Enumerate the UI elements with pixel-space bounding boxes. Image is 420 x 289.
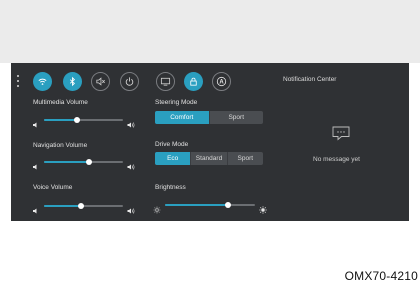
steering-mode-label: Steering Mode <box>155 99 198 106</box>
wifi-icon <box>38 78 47 85</box>
mute-icon <box>96 77 105 86</box>
navigation-volume-slider[interactable] <box>32 157 135 170</box>
slider-thumb[interactable] <box>225 202 231 208</box>
slider-thumb[interactable] <box>78 203 85 209</box>
speaker-high-icon <box>127 202 135 214</box>
lock-toggle[interactable] <box>184 72 203 91</box>
drive-mode-option-eco[interactable]: Eco <box>155 152 191 165</box>
brightness-slider[interactable] <box>153 200 267 214</box>
figure-caption: OMX70-4210 <box>344 269 418 283</box>
message-icon <box>332 126 350 141</box>
slider-fill <box>165 204 228 206</box>
steering-mode-option-comfort[interactable]: Comfort <box>155 111 209 124</box>
wifi-toggle[interactable] <box>33 72 52 91</box>
brightness-label: Brightness <box>155 184 186 191</box>
bluetooth-toggle[interactable] <box>63 72 82 91</box>
auto-hold-icon: A <box>216 76 227 87</box>
navigation-volume-label: Navigation Volume <box>33 142 88 149</box>
steering-mode-option-sport[interactable]: Sport <box>208 111 264 124</box>
top-margin <box>0 0 420 63</box>
no-message-text: No message yet <box>313 156 360 163</box>
control-center-panel: A Notification Center Multimedia Volume … <box>11 63 409 221</box>
power-icon <box>125 77 134 86</box>
speaker-high-icon <box>127 158 135 170</box>
bluetooth-icon <box>69 76 76 87</box>
multimedia-volume-slider[interactable] <box>32 115 135 128</box>
notification-center-title: Notification Center <box>283 76 337 83</box>
speaker-high-icon <box>127 116 135 128</box>
slider-fill <box>44 161 90 163</box>
drive-mode-option-sport[interactable]: Sport <box>226 152 263 165</box>
screen-mirror-icon <box>160 77 171 86</box>
speaker-low-icon <box>32 202 40 214</box>
auto-hold-toggle[interactable]: A <box>212 72 231 91</box>
slider-fill <box>44 205 82 207</box>
brightness-high-icon <box>259 201 267 214</box>
speaker-low-icon <box>32 158 40 170</box>
brightness-low-icon <box>153 201 161 214</box>
voice-volume-slider[interactable] <box>32 201 135 214</box>
lock-icon <box>190 77 197 86</box>
power-toggle[interactable] <box>120 72 139 91</box>
slider-fill <box>44 119 78 121</box>
slider-thumb[interactable] <box>74 117 81 123</box>
drive-mode-selector: Eco Standard Sport <box>155 152 263 165</box>
mute-toggle[interactable] <box>91 72 110 91</box>
drive-mode-option-standard[interactable]: Standard <box>190 152 226 165</box>
speaker-low-icon <box>32 116 40 128</box>
svg-text:A: A <box>219 80 224 86</box>
slider-thumb[interactable] <box>86 159 93 165</box>
screen-mirror-toggle[interactable] <box>156 72 175 91</box>
drive-mode-label: Drive Mode <box>155 141 189 148</box>
voice-volume-label: Voice Volume <box>33 184 73 191</box>
steering-mode-selector: Comfort Sport <box>155 111 263 124</box>
menu-dots-icon[interactable] <box>17 75 20 87</box>
multimedia-volume-label: Multimedia Volume <box>33 99 88 106</box>
